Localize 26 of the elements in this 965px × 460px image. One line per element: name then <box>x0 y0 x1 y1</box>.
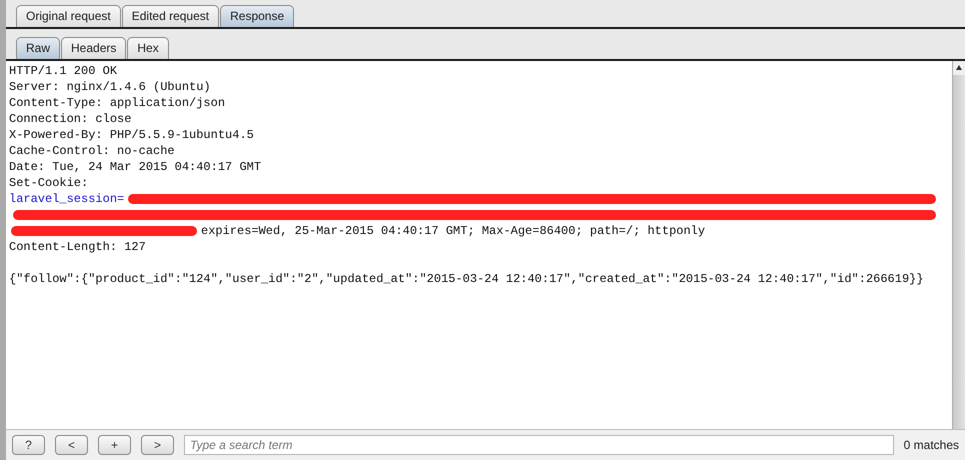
search-nav-button[interactable]: + <box>98 435 131 455</box>
response-text: Server: nginx/1.4.6 (Ubuntu) <box>9 79 211 95</box>
response-text: Cache-Control: no-cache <box>9 143 175 159</box>
scroll-up-icon[interactable] <box>953 61 965 75</box>
response-text: X-Powered-By: PHP/5.5.9-1ubuntu4.5 <box>9 127 254 143</box>
cookie-name: laravel_session= <box>9 191 124 207</box>
search-nav-button[interactable]: ? <box>12 435 45 455</box>
tab[interactable]: Hex <box>127 37 169 59</box>
response-text: Date: Tue, 24 Mar 2015 04:40:17 GMT <box>9 159 262 175</box>
tab[interactable]: Raw <box>16 37 60 59</box>
tab[interactable]: Original request <box>16 5 121 27</box>
scrollbar[interactable] <box>952 61 965 429</box>
json-body-text: {"follow":{"product_id":"124","user_id":"2","updated_at":"2015-03-24 12:40:17","created_at":"2015-03-24 12:40:17","id":266619}} <box>9 271 924 287</box>
response-text: Content-Length: 127 <box>9 239 146 255</box>
search-nav-button[interactable]: < <box>55 435 88 455</box>
tab[interactable]: Headers <box>61 37 126 59</box>
response-text: Set-Cookie: <box>9 175 88 191</box>
tab[interactable]: Edited request <box>122 5 220 27</box>
response-text: Content-Type: application/json <box>9 95 226 111</box>
search-nav-button[interactable]: > <box>141 435 174 455</box>
response-text: HTTP/1.1 200 OK <box>9 63 118 79</box>
tab[interactable]: Response <box>220 5 294 27</box>
response-text: Connection: close <box>9 111 132 127</box>
match-count: 0 matches <box>904 438 959 452</box>
search-field[interactable]: Type a search term <box>184 435 894 455</box>
response-text: expires=Wed, 25-Mar-2015 04:40:17 GMT; Max-Age=86400; path=/; httponly <box>201 223 706 239</box>
